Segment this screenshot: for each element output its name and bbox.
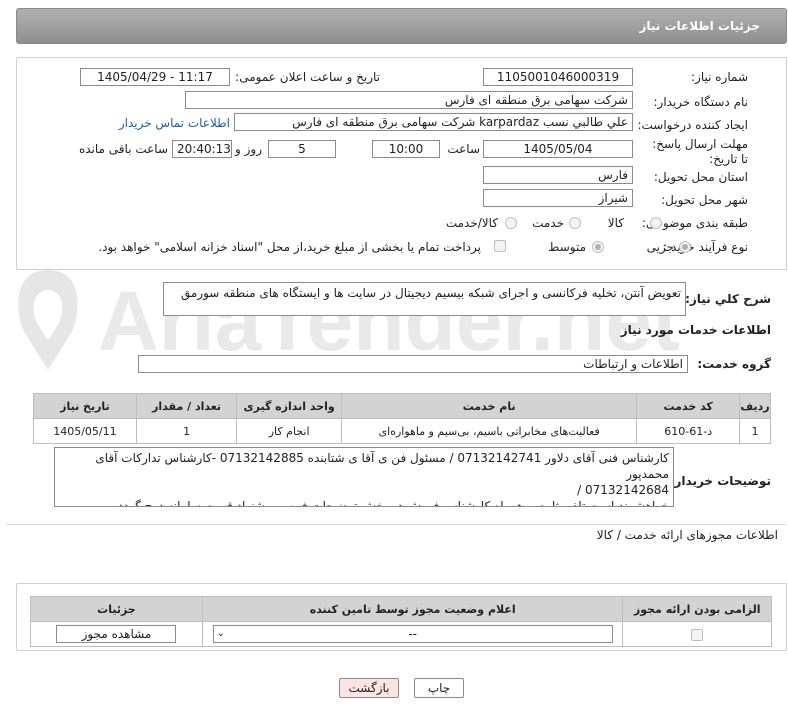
- col-details: جزئیات: [30, 596, 203, 622]
- process-radio-medium[interactable]: [592, 241, 604, 253]
- process-label: نوع فرآیند خرید :: [663, 240, 748, 254]
- cell-unit: انجام کار: [236, 418, 342, 444]
- view-permit-button[interactable]: مشاهده مجوز: [56, 625, 177, 643]
- category-option-service: خدمت: [532, 216, 564, 230]
- category-option-goods-service: کالا/خدمت: [445, 216, 498, 230]
- col-status: اعلام وضعیت مجوز توسط تامین کننده: [201, 596, 624, 622]
- col-row: ردیف: [739, 393, 771, 419]
- watermark-logo-icon: [18, 270, 78, 370]
- announce-field[interactable]: 1405/04/29 - 11:17: [80, 68, 230, 86]
- services-section-title: اطلاعات خدمات مورد نیاز: [620, 323, 771, 337]
- page-header: جزئیات اطلاعات نیاز: [16, 8, 787, 44]
- cell-date: 1405/05/11: [33, 418, 137, 444]
- deadline-label: مهلت ارسال پاسخ: تا تاریخ:: [652, 137, 748, 166]
- city-field[interactable]: شیراز: [483, 189, 633, 207]
- table-row: 1 د-61-610 فعالیت‌های مخابراتی باسیم، بی…: [33, 418, 771, 444]
- permit-status-select[interactable]: -- ⌄: [212, 625, 613, 643]
- col-date: تاریخ نیاز: [33, 393, 137, 419]
- cell-row: 1: [739, 418, 771, 444]
- deadline-date-field[interactable]: 1405/05/04: [483, 140, 633, 158]
- buyer-org-label: نام دستگاه خریدار:: [653, 95, 749, 109]
- permits-section-title: اطلاعات مجوزهای ارائه خدمت / کالا: [596, 528, 778, 542]
- need-number-label: شماره نیاز:: [691, 70, 748, 84]
- summary-field[interactable]: تعویض آنتن، تخلیه فرکانسی و اجرای شبکه ب…: [163, 282, 686, 316]
- service-group-label: گروه خدمت:: [697, 357, 771, 371]
- cell-code: د-61-610: [636, 418, 741, 444]
- col-unit: واحد اندازه گیری: [236, 393, 342, 419]
- need-number-field[interactable]: 1105001046000319: [483, 68, 633, 86]
- buyer-notes-line-1: کارشناس فنی آقای دلاور 07132142741 / مسئ…: [95, 451, 669, 481]
- city-label: شهر محل تحویل:: [661, 193, 748, 207]
- permits-table-header: الزامی بودن ارائه مجوز اعلام وضعیت مجوز …: [30, 596, 772, 622]
- payment-note: پرداخت تمام یا بخشی از مبلغ خرید،از محل …: [98, 240, 481, 254]
- cell-name: فعالیت‌های مخابراتی باسیم، بی‌سیم و ماهو…: [340, 418, 638, 444]
- col-code: کد خدمت: [636, 393, 741, 419]
- permits-table: الزامی بودن ارائه مجوز اعلام وضعیت مجوز …: [30, 596, 772, 647]
- process-option-minor: جزیی: [646, 240, 674, 254]
- creator-field[interactable]: علي طالبي نسب karpardaz شرکت سهامی برق م…: [234, 113, 633, 131]
- summary-label: شرح کلي نیاز:: [685, 292, 771, 306]
- service-group-field[interactable]: اطلاعات و ارتباطات: [138, 355, 688, 373]
- buyer-notes-line-2: 07132142684 /: [577, 483, 669, 497]
- treasury-checkbox[interactable]: [494, 240, 506, 252]
- back-button[interactable]: بازگشت: [339, 678, 399, 698]
- announce-label: تاریخ و ساعت اعلان عمومی:: [235, 70, 380, 84]
- remaining-label: ساعت باقی مانده: [78, 142, 168, 156]
- chevron-down-icon: ⌄: [216, 628, 226, 639]
- deadline-time-field[interactable]: 10:00: [372, 140, 440, 158]
- process-radio-minor[interactable]: [679, 241, 691, 253]
- buyer-org-field[interactable]: شرکت سهامی برق منطقه ای فارس: [185, 91, 633, 109]
- table-row: -- ⌄ مشاهده مجوز: [30, 621, 772, 647]
- remaining-time-field: 20:40:13: [172, 140, 232, 158]
- col-qty: تعداد / مقدار: [135, 393, 238, 419]
- services-table: ردیف کد خدمت نام خدمت واحد اندازه گیری ت…: [33, 393, 771, 444]
- page-title: جزئیات اطلاعات نیاز: [639, 19, 760, 33]
- days-field[interactable]: 5: [268, 140, 336, 158]
- cell-qty: 1: [135, 418, 238, 444]
- category-radio-service[interactable]: [569, 217, 581, 229]
- required-checkbox: [691, 628, 704, 641]
- services-table-header: ردیف کد خدمت نام خدمت واحد اندازه گیری ت…: [33, 393, 771, 419]
- category-radio-goods[interactable]: [650, 217, 662, 229]
- province-field[interactable]: فارس: [483, 166, 633, 184]
- days-label: روز و: [235, 142, 262, 156]
- col-name: نام خدمت: [340, 393, 638, 419]
- section-divider: [6, 524, 786, 525]
- category-radio-goods-service[interactable]: [505, 217, 517, 229]
- creator-label: ایجاد کننده درخواست:: [637, 118, 748, 132]
- buyer-notes-label: توضیحات خریدار:: [669, 474, 771, 488]
- category-option-goods: کالا: [607, 216, 624, 230]
- col-required: الزامی بودن ارائه مجوز: [622, 596, 772, 622]
- buyer-notes-line-3: خواهشمند است تلفن ثابت و همراه کارشناس ف…: [114, 499, 669, 507]
- print-button[interactable]: چاپ: [414, 678, 464, 698]
- deadline-time-label: ساعت: [447, 142, 480, 156]
- process-option-medium: متوسط: [548, 240, 586, 254]
- buyer-notes-field[interactable]: کارشناس فنی آقای دلاور 07132142741 / مسئ…: [54, 447, 674, 507]
- province-label: استان محل تحویل:: [653, 170, 748, 184]
- permit-status-value: --: [408, 627, 417, 641]
- buyer-contact-link[interactable]: اطلاعات تماس خریدار: [119, 116, 230, 130]
